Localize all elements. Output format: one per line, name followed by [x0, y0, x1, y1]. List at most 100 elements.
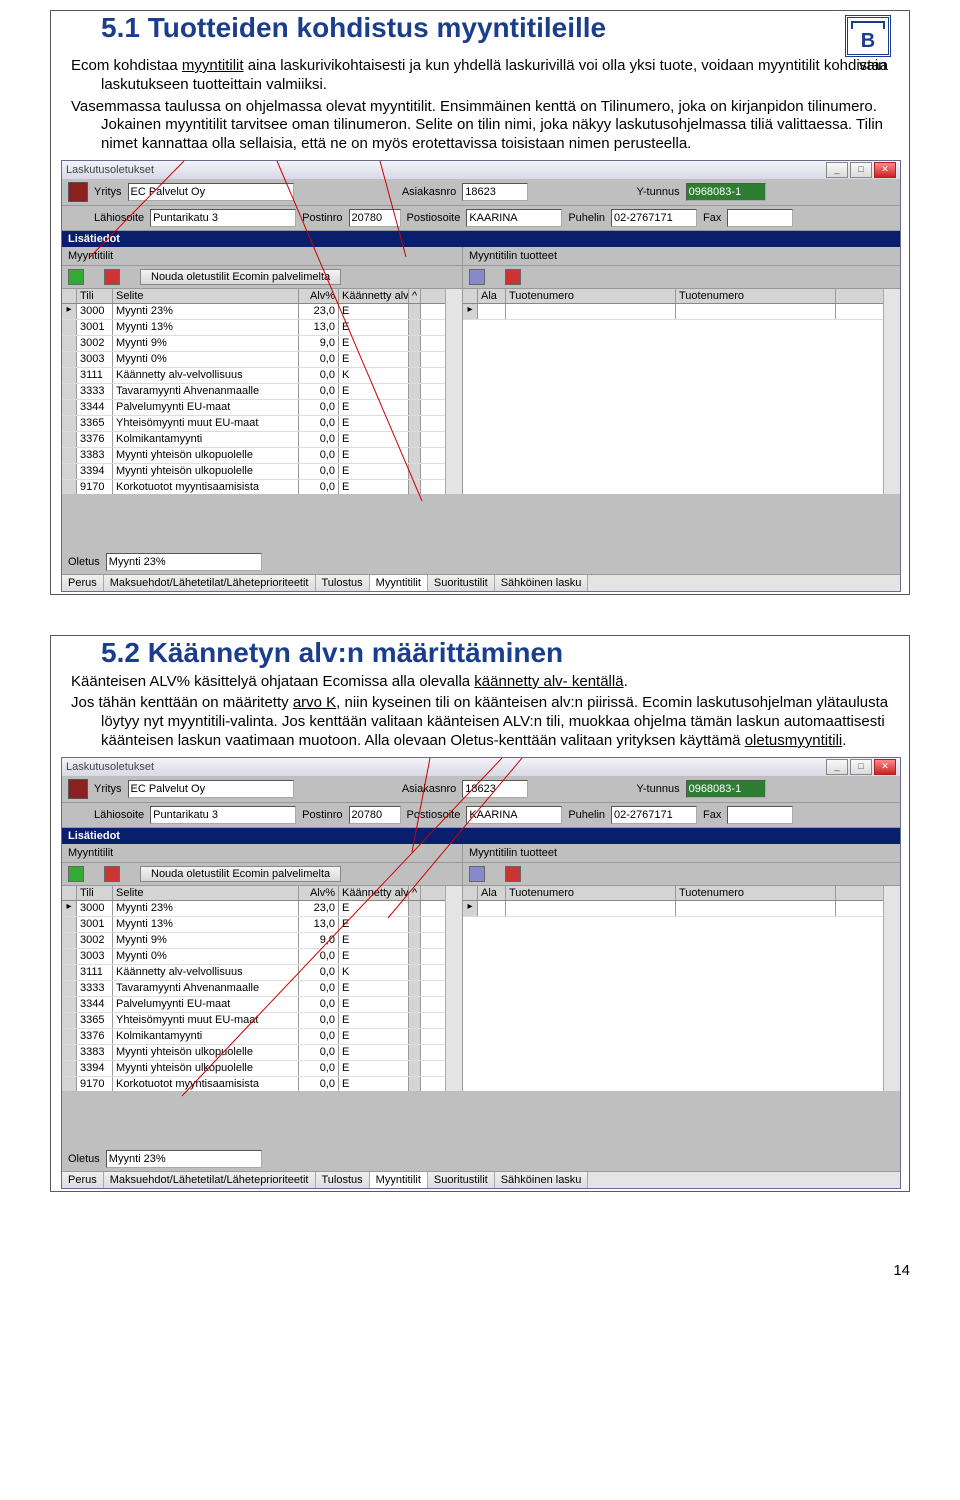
remove-icon[interactable]: [104, 269, 120, 285]
left-grid-body[interactable]: ▸3000Myynti 23%23,0E3001Myynti 13%13,0E3…: [62, 304, 445, 494]
asiakasnro-field[interactable]: 18623: [462, 780, 528, 798]
section-5-1-para1: vain Ecom kohdistaa myyntitilit aina las…: [71, 57, 899, 95]
yritys-field[interactable]: EC Palvelut Oy: [128, 183, 294, 201]
tab-suoritustilit[interactable]: Suoritustilit: [428, 575, 495, 591]
table-row[interactable]: 3376Kolmikantamyynti0,0E: [62, 432, 445, 448]
table-row[interactable]: 3002Myynti 9%9,0E: [62, 933, 445, 949]
table-row[interactable]: 3001Myynti 13%13,0E: [62, 917, 445, 933]
tab-tulostus[interactable]: Tulostus: [316, 575, 370, 591]
table-row[interactable]: 3333Tavaramyynti Ahvenanmaalle0,0E: [62, 981, 445, 997]
table-row[interactable]: 3376Kolmikantamyynti0,0E: [62, 1029, 445, 1045]
table-row[interactable]: 3003Myynti 0%0,0E: [62, 949, 445, 965]
section-5-2-title: 5.2 Käännetyn alv:n määrittäminen: [61, 638, 899, 669]
tab-myyntitilit[interactable]: Myyntitilit: [370, 575, 428, 591]
table-row[interactable]: 3002Myynti 9%9,0E: [62, 336, 445, 352]
window-close-button[interactable]: ✕: [874, 759, 896, 775]
remove-icon[interactable]: [104, 866, 120, 882]
table-row[interactable]: 3111Käännetty alv-velvollisuus0,0K: [62, 368, 445, 384]
table-row[interactable]: 3394Myynti yhteisön ulkopuolelle0,0E: [62, 464, 445, 480]
oletus-field[interactable]: Myynti 23%: [106, 1150, 262, 1168]
add-icon[interactable]: [68, 269, 84, 285]
table-row[interactable]: 9170Korkotuotot myyntisaamisista0,0E: [62, 1077, 445, 1091]
tab-maksuehdot-l-hetetilat-l-heteprioriteetit[interactable]: Maksuehdot/Lähetetilat/Läheteprioriteeti…: [104, 575, 316, 591]
link-icon[interactable]: [469, 269, 485, 285]
tab-maksuehdot-l-hetetilat-l-heteprioriteetit[interactable]: Maksuehdot/Lähetetilat/Läheteprioriteeti…: [104, 1172, 316, 1188]
nouda-button[interactable]: Nouda oletustilit Ecomin palvelimelta: [140, 866, 341, 882]
right-grid-body[interactable]: ▸: [463, 304, 883, 494]
window-max-button[interactable]: □: [850, 162, 872, 178]
tab-perus[interactable]: Perus: [62, 575, 104, 591]
yritys-field[interactable]: EC Palvelut Oy: [128, 780, 294, 798]
app-window-2: Laskutusoletukset _ □ ✕ Yritys EC Palvel…: [61, 757, 901, 1189]
left-pane-title: Myyntitilit: [62, 247, 462, 266]
puhelin-field[interactable]: 02-2767171: [611, 806, 697, 824]
table-row[interactable]: 3111Käännetty alv-velvollisuus0,0K: [62, 965, 445, 981]
right-grid-header: Ala Tuotenumero Tuotenumero: [463, 289, 883, 304]
window-title: Laskutusoletukset: [66, 164, 826, 176]
lahiosoite-field[interactable]: Puntarikatu 3: [150, 806, 296, 824]
ytunnus-field[interactable]: 0968083-1: [686, 780, 766, 798]
left-grid-body[interactable]: ▸3000Myynti 23%23,0E3001Myynti 13%13,0E3…: [62, 901, 445, 1091]
window-min-button[interactable]: _: [826, 162, 848, 178]
table-row[interactable]: 3394Myynti yhteisön ulkopuolelle0,0E: [62, 1061, 445, 1077]
oletus-label: Oletus: [68, 556, 100, 568]
window-title: Laskutusoletukset: [66, 761, 826, 773]
postiosoite-field[interactable]: KAARINA: [466, 806, 562, 824]
table-row[interactable]: 9170Korkotuotot myyntisaamisista0,0E: [62, 480, 445, 494]
tool-icon[interactable]: [68, 182, 88, 202]
remove-icon-2[interactable]: [505, 269, 521, 285]
right-grid-body[interactable]: ▸: [463, 901, 883, 1091]
logo-icon: B: [845, 15, 891, 57]
window-close-button[interactable]: ✕: [874, 162, 896, 178]
tab-tulostus[interactable]: Tulostus: [316, 1172, 370, 1188]
table-row[interactable]: 3333Tavaramyynti Ahvenanmaalle0,0E: [62, 384, 445, 400]
window-titlebar: Laskutusoletukset _ □ ✕: [62, 161, 900, 179]
tool-icon[interactable]: [68, 779, 88, 799]
table-row[interactable]: 3003Myynti 0%0,0E: [62, 352, 445, 368]
window-max-button[interactable]: □: [850, 759, 872, 775]
table-row[interactable]: 3344Palvelumyynti EU-maat0,0E: [62, 400, 445, 416]
scrollbar-vertical[interactable]: [445, 289, 462, 494]
oletus-field[interactable]: Myynti 23%: [106, 553, 262, 571]
table-row[interactable]: ▸3000Myynti 23%23,0E: [62, 304, 445, 320]
table-row[interactable]: 3365Yhteisömyynti muut EU-maat0,0E: [62, 1013, 445, 1029]
tab-suoritustilit[interactable]: Suoritustilit: [428, 1172, 495, 1188]
nouda-button[interactable]: Nouda oletustilit Ecomin palvelimelta: [140, 269, 341, 285]
remove-icon-2[interactable]: [505, 866, 521, 882]
tab-perus[interactable]: Perus: [62, 1172, 104, 1188]
postinro-field[interactable]: 20780: [349, 209, 401, 227]
table-row[interactable]: 3383Myynti yhteisön ulkopuolelle0,0E: [62, 448, 445, 464]
fax-field[interactable]: [727, 806, 793, 824]
section-5-1: B 5.1 Tuotteiden kohdistus myyntitileill…: [50, 10, 910, 595]
fax-field[interactable]: [727, 209, 793, 227]
lahiosoite-field[interactable]: Puntarikatu 3: [150, 209, 296, 227]
scrollbar-vertical-2[interactable]: [883, 886, 900, 1091]
asiakasnro-field[interactable]: 18623: [462, 183, 528, 201]
header-row-1: Yritys EC Palvelut Oy Asiakasnro 18623 Y…: [62, 179, 900, 206]
ytunnus-field[interactable]: 0968083-1: [686, 183, 766, 201]
tab-myyntitilit[interactable]: Myyntitilit: [370, 1172, 428, 1188]
postiosoite-field[interactable]: KAARINA: [466, 209, 562, 227]
section-5-2-para2: Jos tähän kenttään on määritetty arvo K,…: [71, 694, 899, 750]
section-5-1-para2: Vasemmassa taulussa on ohjelmassa olevat…: [71, 98, 899, 154]
table-row[interactable]: 3001Myynti 13%13,0E: [62, 320, 445, 336]
page-number: 14: [0, 1262, 960, 1279]
scrollbar-vertical-2[interactable]: [883, 289, 900, 494]
link-icon[interactable]: [469, 866, 485, 882]
tab-s-hk-inen-lasku[interactable]: Sähköinen lasku: [495, 575, 589, 591]
table-row[interactable]: 3344Palvelumyynti EU-maat0,0E: [62, 997, 445, 1013]
window-min-button[interactable]: _: [826, 759, 848, 775]
section-5-2: 5.2 Käännetyn alv:n määrittäminen Käänte…: [50, 635, 910, 1192]
bottom-tabs: PerusMaksuehdot/Lähetetilat/Lähetepriori…: [62, 574, 900, 591]
table-row[interactable]: 3383Myynti yhteisön ulkopuolelle0,0E: [62, 1045, 445, 1061]
left-grid-header: Tili Selite Alv% Käännetty alv ^: [62, 289, 445, 304]
table-row[interactable]: ▸3000Myynti 23%23,0E: [62, 901, 445, 917]
tab-s-hk-inen-lasku[interactable]: Sähköinen lasku: [495, 1172, 589, 1188]
table-row[interactable]: 3365Yhteisömyynti muut EU-maat0,0E: [62, 416, 445, 432]
header-row-2: Lähiosoite Puntarikatu 3 Postinro 20780 …: [62, 206, 900, 231]
puhelin-field[interactable]: 02-2767171: [611, 209, 697, 227]
scrollbar-vertical[interactable]: [445, 886, 462, 1091]
postinro-field[interactable]: 20780: [349, 806, 401, 824]
add-icon[interactable]: [68, 866, 84, 882]
lisatiedot-bar: Lisätiedot: [62, 231, 900, 247]
